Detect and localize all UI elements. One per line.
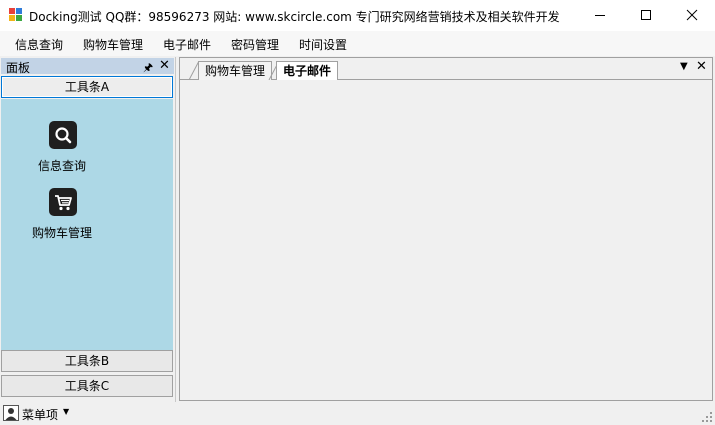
tool-item-label: 购物车管理 — [31, 226, 92, 240]
menu-info-query[interactable]: 信息查询 — [15, 36, 63, 53]
close-button[interactable] — [669, 0, 715, 31]
status-bar: 菜单项 ▼ — [0, 402, 715, 425]
app-icon — [9, 8, 23, 22]
toolbar-b-button[interactable]: 工具条B — [1, 350, 173, 372]
menu-cart-management[interactable]: 购物车管理 — [83, 36, 143, 53]
maximize-icon — [641, 10, 651, 20]
menu-email[interactable]: 电子邮件 — [163, 36, 211, 53]
search-icon — [49, 121, 77, 149]
menu-bar: 信息查询 购物车管理 电子邮件 密码管理 时间设置 — [0, 31, 715, 56]
tool-item-label: 信息查询 — [37, 159, 86, 173]
chevron-down-icon[interactable]: ▼ — [63, 407, 69, 416]
close-icon — [686, 9, 698, 21]
menu-password-management[interactable]: 密码管理 — [231, 36, 279, 53]
dock-panel: 面板 🖈 ✕ 工具条A 信息查询 购物车管理 工具条B 工具条C — [0, 57, 176, 402]
title-bar: Docking测试 QQ群：98596273 网站: www.skcircle.… — [0, 0, 715, 31]
tab-email[interactable]: 电子邮件 — [276, 61, 339, 81]
tab-cart-management[interactable]: 购物车管理 — [198, 61, 273, 80]
user-icon[interactable] — [3, 405, 19, 421]
menu-time-settings[interactable]: 时间设置 — [299, 36, 347, 53]
tab-dropdown-icon[interactable]: ▼ — [680, 61, 688, 72]
tab-strip: 购物车管理 电子邮件 ▼ ✕ — [180, 58, 712, 81]
document-area: 购物车管理 电子邮件 ▼ ✕ — [179, 57, 713, 401]
toolbar-content: 信息查询 购物车管理 — [1, 99, 173, 350]
panel-close-icon[interactable]: ✕ — [159, 58, 170, 73]
cart-icon — [49, 188, 77, 216]
resize-grip-icon[interactable] — [701, 411, 713, 423]
minimize-button[interactable] — [577, 0, 623, 31]
maximize-button[interactable] — [623, 0, 669, 31]
status-menu-item[interactable]: 菜单项 — [22, 406, 58, 423]
window-title: Docking测试 QQ群：98596273 网站: www.skcircle.… — [29, 10, 560, 24]
minimize-icon — [595, 15, 605, 16]
toolbar-c-button[interactable]: 工具条C — [1, 375, 173, 397]
document-close-icon[interactable]: ✕ — [696, 59, 707, 74]
panel-header: 面板 🖈 ✕ — [1, 58, 174, 75]
document-body — [180, 80, 712, 400]
toolbar-a-button[interactable]: 工具条A — [1, 76, 173, 98]
panel-title: 面板 — [6, 61, 31, 75]
